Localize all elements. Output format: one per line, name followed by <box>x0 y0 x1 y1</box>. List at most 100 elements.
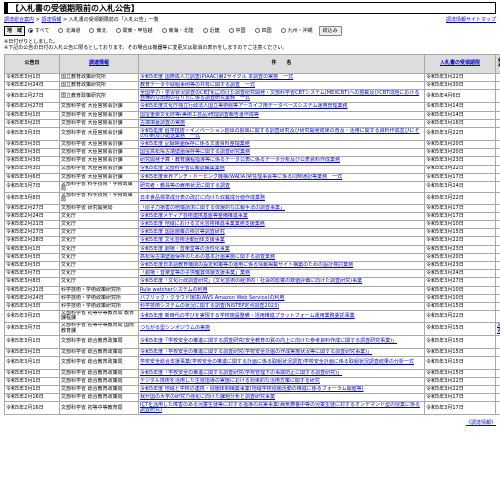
cell-deadline-text: 令和5年4月6日 <box>426 93 461 99</box>
cell-date: 令和5年2月27日 <box>5 90 60 103</box>
page-title: 【入札書の受領期限前の入札公告】 <box>4 2 496 14</box>
region-option-label: 中国 <box>236 27 246 34</box>
region-option[interactable]: 九州・沖縄 <box>278 27 313 34</box>
cell-deadline: 令和5年3月17日 <box>425 402 496 415</box>
cell-title: 国宝重要文化財等(美術工芸品)修理調査報告書作成等 <box>139 111 425 119</box>
cell-org-text: 文部科学省 大臣官房会計課 <box>61 174 123 180</box>
cell-title-link[interactable]: 令和5年度 国際成人力調査(PIAAC)第2サイクル 本調査の実施 一式 <box>140 74 293 80</box>
cell-title-link[interactable]: 令和5年度 文化芸術活動団体支援事業 <box>140 237 225 243</box>
cell-title-link[interactable]: つながる型シンポジウムの実施 <box>140 325 210 331</box>
cell-deadline-text: 令和5年3月15日 <box>426 359 464 365</box>
radio-icon[interactable] <box>58 28 63 33</box>
cell-title-link[interactable]: 令和5年度世界アンチ・ドーピング機構(WADA)常任理事会等に係る同時通訳等業務… <box>140 174 342 180</box>
cell-date: 令和5年2月27日 <box>5 204 60 212</box>
region-option[interactable]: 北海道 <box>55 27 80 34</box>
cell-title-link[interactable]: 我が国の大学の研究力強化に向けた課題分析と調査研究事業 <box>140 394 275 400</box>
cell-title-link[interactable]: 令和5年度日本語教育機関の設定和策等の運用に係る情報掲載サイト構築のための設計検… <box>140 262 353 268</box>
cell-note <box>496 140 500 148</box>
cell-title-link[interactable]: 科学技術システムの状況に関する調査(NISTEP定点調査2023) <box>140 303 279 309</box>
cell-deadline: 令和5年3月22日 <box>425 193 496 204</box>
cell-org-text: 文部科学省 総合教育政策局 <box>61 378 123 384</box>
cell-title-link[interactable]: 古墳墳墓調査の実施 <box>140 120 185 126</box>
cell-title-link[interactable]: 令和5年度 地域における文化芸術推進事業業務支援業務 <box>140 221 265 227</box>
cell-deadline: 令和5年3月24日 <box>425 270 496 278</box>
cell-deadline-text: 令和5年3月24日 <box>426 270 464 276</box>
cell-title-link[interactable]: 令和5年度「文化行政調査研究」(文化芸術の経済的・社会的影響の数値評価に向けた調… <box>140 278 362 284</box>
breadcrumb-item[interactable]: 調達情報 <box>41 17 61 23</box>
cell-title-link[interactable]: 令和5年度「学校安全の推進に関する調査研究(安全教育の質の向上に向けた参考資料作… <box>140 338 397 344</box>
cell-title-link[interactable]: 令和5年度 記録映画保存に係る文書資料整理業務 <box>140 141 250 147</box>
region-option[interactable]: 東北 <box>86 27 106 34</box>
cell-title-link[interactable]: 令和5年度 文部科学省広報誌編集業務 <box>140 165 225 171</box>
cell-title: 我が国の大学の研究力強化に向けた課題分析と調査研究事業 <box>139 394 425 402</box>
cell-title-link[interactable]: 研究者・教員等の雇用状況に関する調査 <box>140 183 230 189</box>
radio-icon[interactable] <box>229 28 234 33</box>
filter-button[interactable]: 絞込み <box>319 26 342 36</box>
region-option[interactable]: 中国 <box>226 27 246 34</box>
cell-date-text: 令和5年3月3日 <box>6 165 41 171</box>
cell-title-link[interactable]: 高松塚古墳壁画保存のための基本計画実施に関する調査業務 <box>140 254 275 260</box>
col-deadline-link[interactable]: 入札書の受領期限 <box>440 60 480 66</box>
cell-title-link[interactable]: Rule watcherシステムの利用 <box>140 287 208 293</box>
table-row: 令和5年3月1日国立教育政策研究所令和5年度 国際成人力調査(PIAAC)第2サ… <box>5 74 500 82</box>
cell-org-text: 国立教育政策研究所 <box>61 93 106 99</box>
cell-title-link[interactable]: 教育データや取組事例等の共有に関する調査 一式 <box>140 82 255 88</box>
cell-title-link[interactable]: 日本食品標準成分表の改訂に向けた収載成分値作成業務 <box>140 195 265 201</box>
cell-title: デジタル技術を活用した生徒指導の実施における効果的な活用方策に関する研究 <box>139 377 425 385</box>
cell-title-link[interactable]: 国宝重要文化財等(美術工芸品)修理調査報告書作成等 <box>140 112 259 118</box>
radio-icon[interactable] <box>255 28 260 33</box>
cell-org-text: 文化庁 <box>61 254 76 260</box>
cell-title-link[interactable]: デジタル技術を活用した生徒指導の実施における効果的な活用方策に関する研究 <box>140 378 320 384</box>
cell-org: 国立教育政策研究所 <box>60 90 139 103</box>
cell-title-link[interactable]: 令和5年度 地域と学校の連携・協働体制構築事業(地域学校協働活動の推進に係るフォ… <box>140 386 364 392</box>
cell-org-text: 文部科学省 総合教育政策局 <box>61 394 123 400</box>
region-option[interactable]: 近畿 <box>200 27 220 34</box>
breadcrumb: 調達総合案内 > 調達情報 > 入札書の受領期限前の「入札公告」一覧 <box>4 17 159 24</box>
cell-deadline-text: 令和5年3月15日 <box>426 303 464 309</box>
cell-title: 「劇場・音楽堂等の子供鑑賞体験支援事業」業務 <box>139 270 425 278</box>
cell-org: 科学技術・学術政策研究所 <box>60 302 139 310</box>
cell-title-link[interactable]: 研究開発予算・教育課程指導等に係るデータ公表に係るデータ分析及び公表資料作成業務 <box>140 157 340 163</box>
cell-title-link[interactable]: 「原子力損害の賠償請求に関する体験的な広報手法の調査事業」 <box>140 205 285 211</box>
table-row: 令和5年2月16日文部科学省 初等中等教育局ICTを活用した障害のある児童生徒等… <box>5 402 500 415</box>
cell-title-link[interactable]: 令和5年度 国語施策の検討等調査研究 <box>140 229 225 235</box>
cell-note <box>496 311 500 322</box>
cell-title-link[interactable]: 全国学力・学習状況調査のCBT化に向けた調査研究開発・文部科学省CBTシステム(… <box>140 90 419 101</box>
cell-deadline: 令和5年3月17日 <box>425 173 496 181</box>
region-option[interactable]: 東海・北陸 <box>159 27 194 34</box>
region-option-label: 近畿 <box>210 27 220 34</box>
cell-title-link[interactable]: 令和5年度メディア芸術連携基盤等整備推進事業 <box>140 213 248 219</box>
cell-title-link[interactable]: 令和5年度 新時代の学びを実現する学校施設整備・活用推進プラットフォーム運用業務… <box>140 313 355 319</box>
cell-note <box>496 157 500 165</box>
cell-title-link[interactable]: 令和5年度 劇場・音楽堂等の活性化事業 <box>140 246 230 252</box>
radio-icon[interactable] <box>281 28 286 33</box>
radio-icon[interactable] <box>203 28 208 33</box>
sitemap-link[interactable]: 調達情報サイトマップ <box>446 17 496 24</box>
radio-icon[interactable] <box>89 28 94 33</box>
cell-title-link[interactable]: パブリック・クラウド環境(AWS Amazon Web Service)の利用 <box>140 295 284 301</box>
cell-title-link[interactable]: 国宝高松塚古墳壁画保存等に関する調査研究業務 <box>140 149 250 155</box>
cell-title-link[interactable]: 令和5年度「学校安全の推進に関する調査研究(学校安全計画の作成実施状況等に関する… <box>140 349 372 355</box>
cell-title-link[interactable]: 「劇場・音楽堂等の子供鑑賞体験支援事業」業務 <box>140 270 250 276</box>
region-option[interactable]: 四国 <box>252 27 272 34</box>
table-row: 令和5年2月27日国立教育政策研究所 全国学力・学習状況調査のCBT化に向けた調査… <box>5 90 500 103</box>
cell-org: 文部科学省 初等中等教育局 <box>60 402 139 415</box>
region-option[interactable]: すべて <box>25 27 49 34</box>
radio-icon[interactable] <box>162 28 167 33</box>
cell-deadline: 令和5年3月23日 <box>425 157 496 165</box>
cell-title-link[interactable]: 令和5年度「学校安全の推進に関する調査研究(学校管理下の事故防止に関する調査研究… <box>140 370 342 376</box>
col-org-link[interactable]: 調達情報 <box>89 60 109 66</box>
cell-title-link[interactable]: 令和5年度 科学技術・イノベーション創出の振興に関する調査研究及び研究開発成果の… <box>140 128 420 139</box>
cell-note <box>496 74 500 82</box>
footer-link[interactable]: 《調達情報》 <box>466 420 496 426</box>
radio-icon[interactable] <box>116 28 121 33</box>
cell-title-link[interactable]: 学校安全総合支援事業(学校安全の推進に関する計画に係る取組状況調査)学校安全計画… <box>140 359 414 365</box>
radio-icon[interactable] <box>28 28 33 33</box>
region-option[interactable]: 関東・甲信越 <box>113 27 153 34</box>
cell-title-link[interactable]: 令和5年度文化庁独立行政法人国立美術館等アーカイブ用データベースシステム運用管理… <box>140 103 348 109</box>
cell-note <box>496 262 500 270</box>
breadcrumb-item[interactable]: 調達総合案内 <box>4 17 34 23</box>
table-row: 令和5年3月3日文部科学省 大臣官房会計課研究開発予算・教育課程指導等に係るデー… <box>5 157 500 165</box>
region-option-label: 東北 <box>96 27 106 34</box>
cell-title-link[interactable]: ICTを活用した障害のある児童生徒等に対する指導の充実事業(病気療養中等の児童生… <box>140 402 420 413</box>
